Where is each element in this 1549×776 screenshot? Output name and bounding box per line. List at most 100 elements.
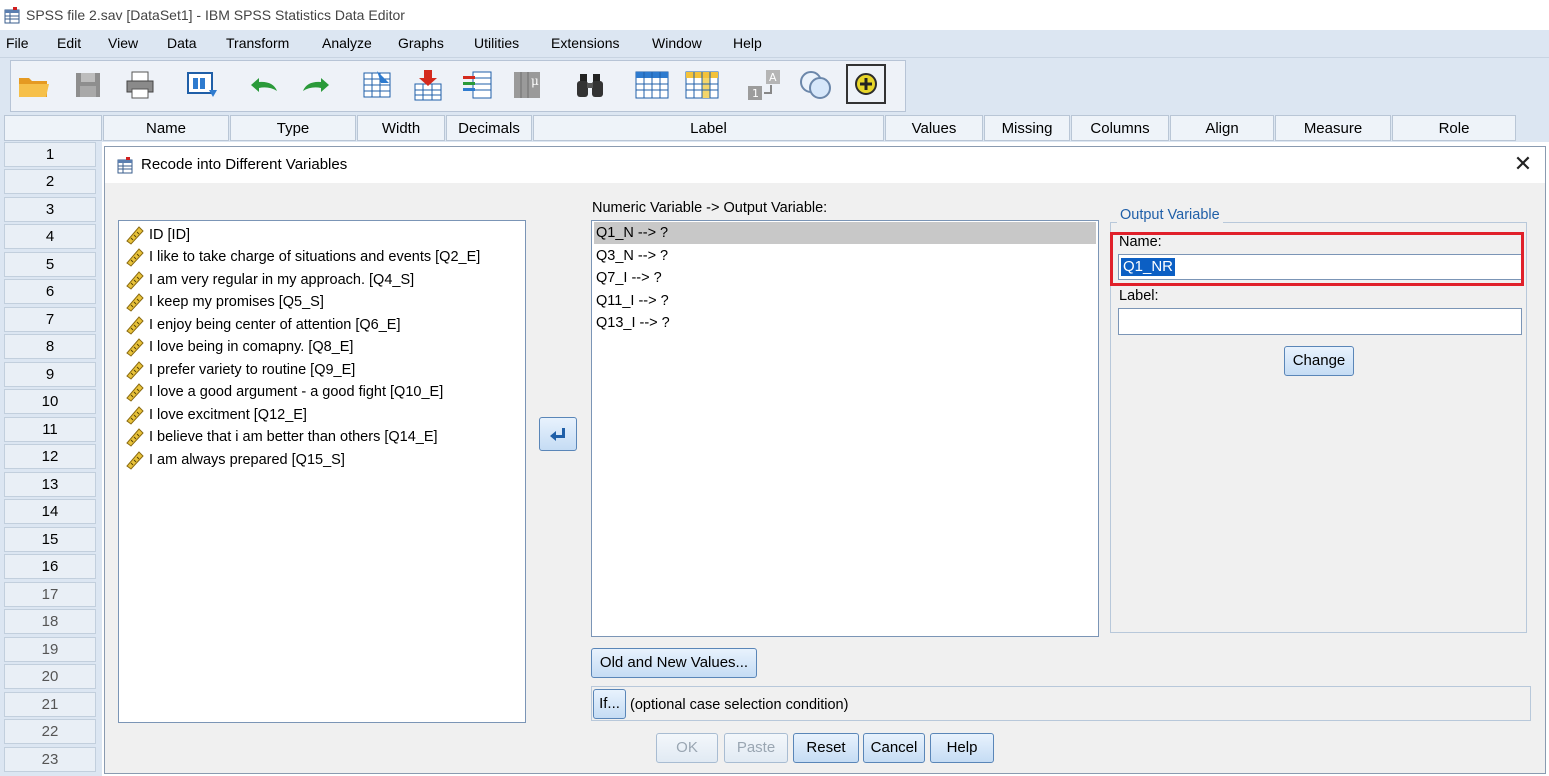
menu-utilities[interactable]: Utilities bbox=[474, 35, 519, 51]
row-number[interactable]: 16 bbox=[4, 554, 96, 579]
col-header-name[interactable]: Name bbox=[103, 115, 229, 141]
col-header-role[interactable]: Role bbox=[1392, 115, 1516, 141]
reset-button[interactable]: Reset bbox=[793, 733, 859, 763]
list-item[interactable]: I am very regular in my approach. [Q4_S] bbox=[125, 269, 414, 291]
menu-view[interactable]: View bbox=[108, 35, 138, 51]
col-header-values[interactable]: Values bbox=[885, 115, 983, 141]
row-number[interactable]: 8 bbox=[4, 334, 96, 359]
row-number[interactable]: 2 bbox=[4, 169, 96, 194]
menu-analyze[interactable]: Analyze bbox=[322, 35, 372, 51]
row-number[interactable]: 20 bbox=[4, 664, 96, 689]
highlight-box bbox=[1110, 232, 1524, 286]
list-item[interactable]: I prefer variety to routine [Q9_E] bbox=[125, 359, 355, 381]
list-item[interactable]: I believe that i am better than others [… bbox=[125, 426, 438, 448]
menu-window[interactable]: Window bbox=[652, 35, 702, 51]
row-number[interactable]: 5 bbox=[4, 252, 96, 277]
value-labels-icon[interactable] bbox=[796, 66, 836, 104]
variable-view-header: Name Type Width Decimals Label Values Mi… bbox=[0, 114, 1549, 142]
row-number[interactable]: 17 bbox=[4, 582, 96, 607]
label-field[interactable] bbox=[1118, 308, 1522, 335]
open-folder-icon[interactable] bbox=[14, 66, 54, 104]
list-item[interactable]: Q11_I --> ? bbox=[594, 290, 1096, 312]
row-number[interactable]: 21 bbox=[4, 692, 96, 717]
help-button[interactable]: Help bbox=[930, 733, 994, 763]
menu-graphs[interactable]: Graphs bbox=[398, 35, 444, 51]
col-header-align[interactable]: Align bbox=[1170, 115, 1274, 141]
redo-icon[interactable] bbox=[296, 66, 336, 104]
row-number[interactable]: 22 bbox=[4, 719, 96, 744]
move-variable-button[interactable] bbox=[539, 417, 577, 451]
scale-ruler-icon bbox=[126, 406, 144, 425]
row-number[interactable]: 12 bbox=[4, 444, 96, 469]
row-number[interactable]: 18 bbox=[4, 609, 96, 634]
if-button[interactable]: If... bbox=[593, 689, 626, 719]
mapping-list[interactable]: Q1_N --> ? Q3_N --> ? Q7_I --> ? Q11_I -… bbox=[591, 220, 1099, 637]
row-number[interactable]: 13 bbox=[4, 472, 96, 497]
spss-app-icon bbox=[4, 7, 20, 24]
close-icon[interactable]: ✕ bbox=[1511, 152, 1535, 176]
ok-button[interactable]: OK bbox=[656, 733, 718, 763]
scale-ruler-icon bbox=[126, 316, 144, 335]
corner-cell bbox=[4, 115, 102, 141]
col-header-label[interactable]: Label bbox=[533, 115, 884, 141]
list-item[interactable]: Q13_I --> ? bbox=[594, 312, 1096, 334]
toolbar: μ A1 bbox=[0, 58, 1549, 114]
list-item[interactable]: I am always prepared [Q15_S] bbox=[125, 449, 345, 471]
row-number[interactable]: 19 bbox=[4, 637, 96, 662]
use-sets-icon[interactable] bbox=[846, 64, 886, 104]
row-number[interactable]: 10 bbox=[4, 389, 96, 414]
find-icon[interactable] bbox=[570, 66, 610, 104]
menu-data[interactable]: Data bbox=[167, 35, 197, 51]
list-item[interactable]: Q1_N --> ? bbox=[594, 222, 1096, 244]
list-item[interactable]: Q7_I --> ? bbox=[594, 267, 1096, 289]
row-number[interactable]: 14 bbox=[4, 499, 96, 524]
menu-extensions[interactable]: Extensions bbox=[551, 35, 619, 51]
menu-file[interactable]: File bbox=[6, 35, 29, 51]
variables-icon[interactable] bbox=[458, 66, 498, 104]
print-icon[interactable] bbox=[120, 66, 160, 104]
menu-transform[interactable]: Transform bbox=[226, 35, 289, 51]
col-header-decimals[interactable]: Decimals bbox=[446, 115, 532, 141]
row-number[interactable]: 9 bbox=[4, 362, 96, 387]
undo-icon[interactable] bbox=[244, 66, 284, 104]
goto-variable-icon[interactable] bbox=[408, 66, 448, 104]
list-item[interactable]: I like to take charge of situations and … bbox=[125, 246, 480, 268]
list-item[interactable]: I enjoy being center of attention [Q6_E] bbox=[125, 314, 401, 336]
col-header-width[interactable]: Width bbox=[357, 115, 445, 141]
scale-ruler-icon bbox=[126, 428, 144, 447]
source-variable-list[interactable]: ID [ID] I like to take charge of situati… bbox=[118, 220, 526, 723]
paste-button[interactable]: Paste bbox=[724, 733, 788, 763]
old-and-new-values-button[interactable]: Old and New Values... bbox=[591, 648, 757, 678]
label-label: Label: bbox=[1119, 288, 1159, 304]
row-number[interactable]: 15 bbox=[4, 527, 96, 552]
col-header-columns[interactable]: Columns bbox=[1071, 115, 1169, 141]
list-item[interactable]: I love excitment [Q12_E] bbox=[125, 404, 307, 426]
list-item[interactable]: ID [ID] bbox=[125, 224, 190, 246]
variable-label: I love excitment [Q12_E] bbox=[149, 407, 307, 423]
row-number[interactable]: 3 bbox=[4, 197, 96, 222]
list-item[interactable]: I love a good argument - a good fight [Q… bbox=[125, 381, 443, 403]
row-number[interactable]: 6 bbox=[4, 279, 96, 304]
row-number[interactable]: 1 bbox=[4, 142, 96, 167]
save-icon[interactable] bbox=[68, 66, 108, 104]
run-descriptives-icon[interactable]: μ bbox=[508, 66, 548, 104]
split-file-icon[interactable]: A1 bbox=[744, 66, 784, 104]
list-item[interactable]: I keep my promises [Q5_S] bbox=[125, 291, 324, 313]
menu-help[interactable]: Help bbox=[733, 35, 762, 51]
goto-case-icon[interactable] bbox=[358, 66, 398, 104]
row-number[interactable]: 7 bbox=[4, 307, 96, 332]
change-button[interactable]: Change bbox=[1284, 346, 1354, 376]
col-header-type[interactable]: Type bbox=[230, 115, 356, 141]
list-item[interactable]: I love being in comapny. [Q8_E] bbox=[125, 336, 353, 358]
col-header-measure[interactable]: Measure bbox=[1275, 115, 1391, 141]
insert-variable-icon[interactable] bbox=[682, 66, 722, 104]
list-item[interactable]: Q3_N --> ? bbox=[594, 245, 1096, 267]
row-number[interactable]: 4 bbox=[4, 224, 96, 249]
insert-cases-icon[interactable] bbox=[632, 66, 672, 104]
menu-edit[interactable]: Edit bbox=[57, 35, 81, 51]
row-number[interactable]: 23 bbox=[4, 747, 96, 772]
row-number[interactable]: 11 bbox=[4, 417, 96, 442]
cancel-button[interactable]: Cancel bbox=[863, 733, 925, 763]
dialog-recall-icon[interactable] bbox=[182, 66, 222, 104]
col-header-missing[interactable]: Missing bbox=[984, 115, 1070, 141]
